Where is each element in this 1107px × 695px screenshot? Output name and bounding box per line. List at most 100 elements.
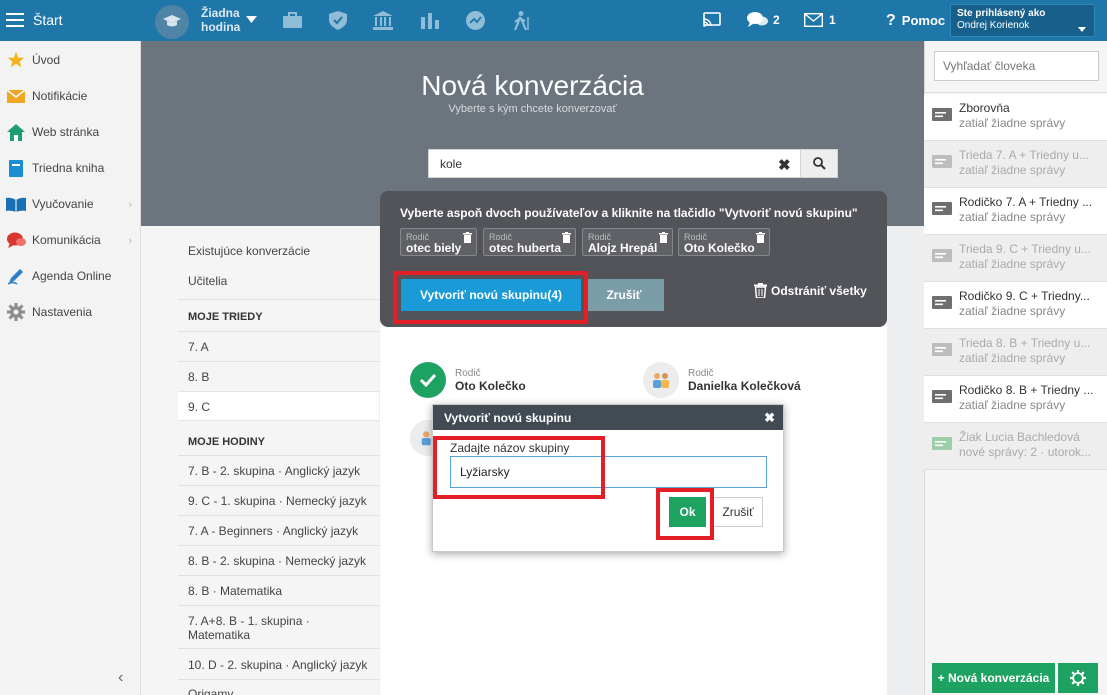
sidebar-item-uvod[interactable]: Úvod [0, 42, 140, 78]
top-bar: Štart Žiadna hodina 2 1 ? Pomoc Ste prihl… [0, 0, 1107, 41]
start-label[interactable]: Štart [33, 12, 63, 28]
hour-item[interactable]: 7. B - 2. skupina · Anglický jazyk [188, 464, 360, 478]
hiking-icon[interactable] [511, 11, 532, 31]
hour-item[interactable]: 8. B · Matematika [188, 584, 282, 598]
hour-item[interactable]: 10. D - 2. skupina · Anglický jazyk [188, 658, 367, 672]
person-search-box: ✖ [428, 149, 838, 178]
hour-item[interactable]: 8. B - 2. skupina · Nemecký jazyk [188, 554, 366, 568]
sidebar-item-notifikacie[interactable]: Notifikácie [0, 78, 140, 114]
graduation-cap-icon[interactable] [155, 5, 189, 39]
conversation-item[interactable]: Trieda 8. B + Triedny u... zatiaľ žiadne … [924, 329, 1107, 376]
user-menu[interactable]: Ste prihlásený ako Ondrej Korienok [950, 4, 1095, 37]
sidebar-item-label: Nastavenia [32, 305, 93, 319]
sidebar-item-vyucovanie[interactable]: Vyučovanie › [0, 186, 140, 222]
hour-item-continued[interactable]: Matematika [188, 628, 250, 642]
user-caption: Ste prihlásený ako [957, 8, 1046, 19]
book-icon [6, 159, 26, 177]
chat-icon [6, 231, 26, 249]
current-hour-selector[interactable]: Žiadna hodina [201, 6, 240, 34]
trash-icon[interactable] [562, 232, 571, 243]
help-link[interactable]: ? Pomoc [886, 12, 945, 30]
contact-card[interactable]: Rodič Danielka Kolečková [643, 362, 801, 398]
clear-search-icon[interactable]: ✖ [778, 156, 791, 174]
briefcase-icon[interactable] [283, 11, 302, 29]
conversation-item[interactable]: Rodičko 7. A + Triedny ... zatiaľ žiadne … [924, 188, 1107, 235]
conversation-title: Rodičko 9. C + Triedny... [959, 289, 1090, 303]
chip-name: otec biely [406, 241, 462, 255]
divider [178, 605, 379, 606]
sidebar-item-nastavenia[interactable]: Nastavenia [0, 294, 140, 330]
sidebar-item-agenda-online[interactable]: Agenda Online [0, 258, 140, 294]
conversation-title: Trieda 9. C + Triedny u... [959, 242, 1091, 256]
existing-conversations-link[interactable]: Existujúce konverzácie [188, 244, 310, 258]
conversation-status: zatiaľ žiadne správy [959, 304, 1066, 318]
conversation-status: zatiaľ žiadne správy [959, 116, 1066, 130]
parents-avatar-icon [643, 362, 679, 398]
dialog-header: Vytvoriť novú skupinu ✖ [433, 405, 783, 430]
collapse-sidebar-icon[interactable]: ‹ [118, 669, 123, 687]
cancel-button[interactable]: Zrušiť [713, 497, 763, 527]
bar-chart-icon[interactable] [421, 11, 439, 29]
sidebar-item-web-stranka[interactable]: Web stránka [0, 114, 140, 150]
question-icon: ? [886, 12, 896, 29]
sidebar-item-triedna-kniha[interactable]: Triedna kniha [0, 150, 140, 186]
page-title: Nová konverzácia [421, 70, 644, 101]
hour-item[interactable]: 7. A+8. B - 1. skupina · [188, 614, 310, 628]
trash-icon[interactable] [756, 232, 765, 243]
conversation-item[interactable]: Rodičko 9. C + Triedny... zatiaľ žiadne s… [924, 282, 1107, 329]
envelope-icon [6, 87, 26, 105]
conversation-title: Zborovňa [959, 101, 1010, 115]
conversation-status: zatiaľ žiadne správy [959, 351, 1066, 365]
conversation-icon [932, 249, 952, 262]
search-button[interactable] [800, 150, 837, 177]
person-search-input[interactable] [934, 51, 1099, 81]
divider [178, 545, 379, 546]
hour-item[interactable]: 9. C - 1. skupina · Nemecký jazyk [188, 494, 367, 508]
hamburger-menu-icon[interactable] [6, 12, 24, 28]
divider [178, 485, 379, 486]
conversation-item[interactable]: Rodičko 8. B + Triedny ... zatiaľ žiadne … [924, 376, 1107, 423]
trash-icon[interactable] [659, 232, 668, 243]
home-icon [6, 123, 26, 141]
search-input[interactable] [429, 150, 769, 177]
settings-button[interactable] [1058, 663, 1098, 693]
conversation-item[interactable]: Žiak Lucia Bachledová nové správy: 2 · ut… [924, 423, 1107, 470]
sidebar-item-label: Web stránka [32, 125, 100, 139]
chip-name: Oto Kolečko [684, 241, 755, 255]
chevron-right-icon: › [128, 199, 132, 211]
conversation-icon [932, 202, 952, 215]
hour-item[interactable]: 7. A - Beginners · Anglický jazyk [188, 524, 358, 538]
chat-bubbles-icon[interactable] [747, 11, 768, 28]
highlight-group-name [433, 436, 605, 499]
user-name: Ondrej Korienok [957, 20, 1030, 31]
institution-icon[interactable] [373, 11, 393, 30]
contact-name: Danielka Kolečková [688, 378, 801, 393]
class-item[interactable]: 9. C [188, 400, 210, 414]
mail-icon[interactable] [804, 13, 823, 27]
hour-item[interactable]: Origamy [188, 687, 233, 695]
class-item[interactable]: 8. B [188, 370, 209, 384]
cast-screen-icon[interactable] [703, 12, 721, 28]
remove-all-button[interactable]: Odstrániť všetky [754, 283, 867, 298]
teachers-link[interactable]: Učitelia [188, 274, 227, 288]
conversation-item[interactable]: Trieda 9. C + Triedny u... zatiaľ žiadne … [924, 235, 1107, 282]
conversation-title: Žiak Lucia Bachledová [959, 430, 1080, 444]
conversation-title: Rodičko 7. A + Triedny ... [959, 195, 1093, 209]
chip-name: otec huberta [489, 241, 562, 255]
new-conversation-button[interactable]: + Nová konverzácia [932, 663, 1055, 693]
sidebar-item-komunikacia[interactable]: Komunikácia › [0, 222, 140, 258]
analytics-circle-icon[interactable] [466, 11, 485, 30]
shield-icon[interactable] [329, 11, 347, 30]
conversation-item[interactable]: Zborovňa zatiaľ žiadne správy [924, 94, 1107, 141]
gear-icon [6, 303, 26, 321]
pen-icon [6, 267, 26, 285]
close-icon[interactable]: ✖ [764, 410, 775, 426]
cancel-selection-button[interactable]: Zrušiť [584, 279, 664, 311]
conversation-item[interactable]: Trieda 7. A + Triedny u... zatiaľ žiadne … [924, 141, 1107, 188]
contact-card[interactable]: Rodič Oto Kolečko [410, 362, 526, 398]
trash-icon[interactable] [463, 232, 472, 243]
chevron-down-icon[interactable] [246, 16, 257, 23]
sidebar-item-label: Úvod [32, 53, 61, 67]
conversation-title: Trieda 7. A + Triedny u... [959, 148, 1089, 162]
class-item[interactable]: 7. A [188, 340, 209, 354]
